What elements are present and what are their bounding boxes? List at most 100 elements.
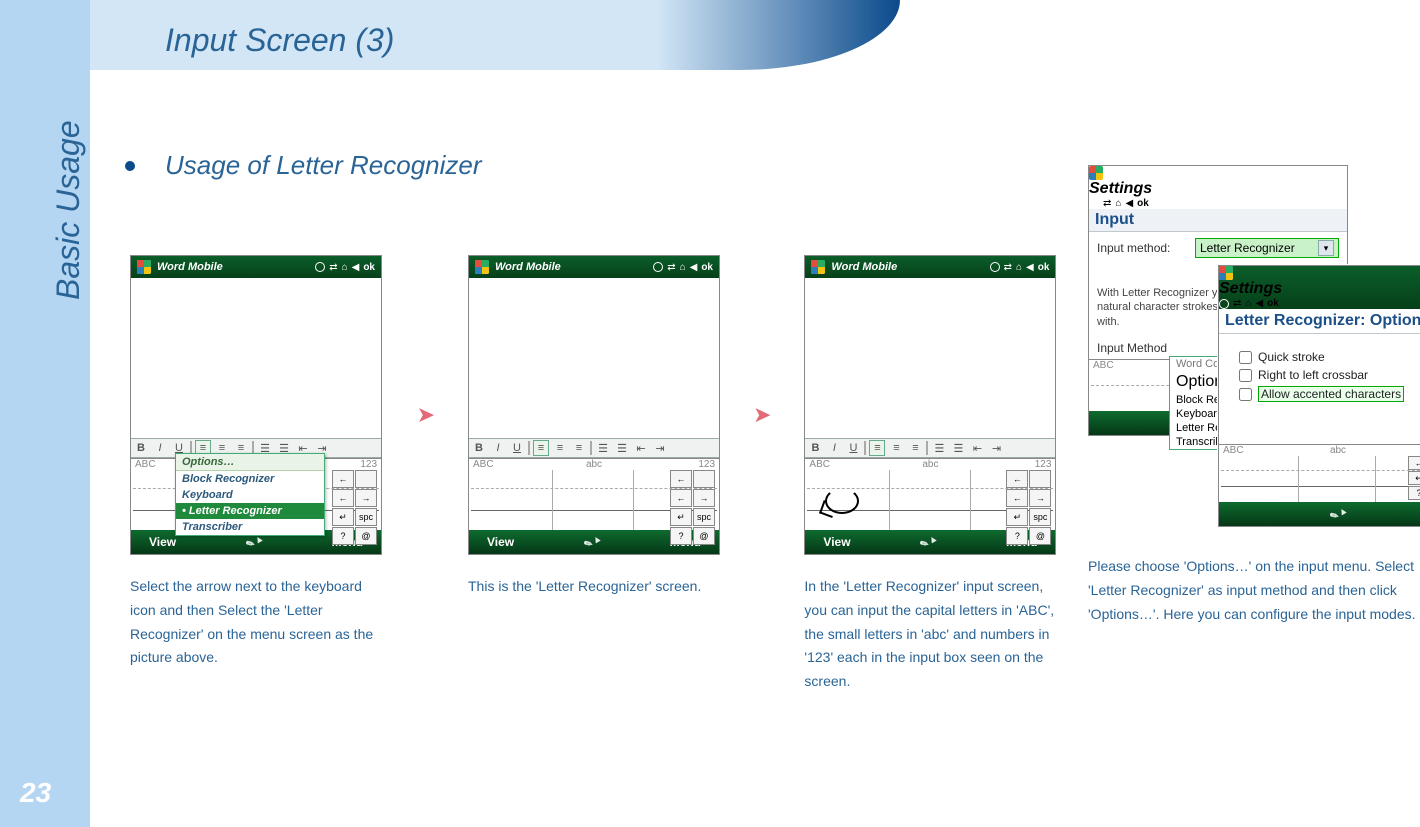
enter-key[interactable]: ↵ (1408, 471, 1420, 485)
list-num-icon[interactable]: ☰ (595, 440, 611, 456)
separator (926, 441, 928, 455)
spc-key[interactable]: spc (355, 508, 377, 526)
menu-options[interactable]: Options… (176, 454, 324, 471)
ok-button[interactable]: ok (1137, 198, 1149, 209)
writing-area[interactable]: ← ← → ↵ spc ? @ Options… Block Recognize… (133, 470, 379, 530)
sync-icon: ⇄ (667, 262, 675, 273)
enter-key[interactable]: ↵ (332, 508, 354, 526)
input-method-label: Input method: (1097, 241, 1187, 255)
input-selector-icon[interactable]: ✎ ▴ (582, 533, 602, 551)
signal-icon (1219, 299, 1229, 309)
home-icon: ⌂ (1016, 262, 1022, 273)
zone-abc-lower: abc (554, 459, 635, 470)
italic-button[interactable]: I (826, 440, 842, 456)
list-bullet-icon[interactable]: ☰ (614, 440, 630, 456)
list-bullet-icon[interactable]: ☰ (950, 440, 966, 456)
zone-abc-upper: ABC (809, 459, 890, 470)
right-key[interactable]: → (693, 489, 715, 507)
backspace-key[interactable]: ← (670, 470, 692, 488)
spc-key[interactable]: spc (693, 508, 715, 526)
ok-button[interactable]: ok (363, 262, 375, 273)
italic-button[interactable]: I (490, 440, 506, 456)
q-key[interactable]: ? (1408, 486, 1420, 500)
zone-labels: ABC abc 123 (469, 459, 719, 470)
q-key[interactable]: ? (1006, 527, 1028, 545)
sidebar: Basic Usage 23 (0, 0, 90, 827)
col-2: Word Mobile ⇄ ⌂ ◀ ok B I U ≡ ≡ ≡ ☰ (468, 255, 720, 599)
document-body (131, 278, 381, 438)
menu-item-transcriber[interactable]: Transcriber (176, 519, 324, 535)
backspace-key[interactable]: ← (332, 470, 354, 488)
q-key[interactable]: ? (332, 527, 354, 545)
left-key[interactable]: ← (1006, 489, 1028, 507)
at-key[interactable]: @ (355, 527, 377, 545)
italic-button[interactable]: I (152, 440, 168, 456)
input-method-row: Input method: Letter Recognizer ▾ (1089, 232, 1347, 264)
left-key[interactable]: ← (1408, 456, 1420, 470)
underline-button[interactable]: U (845, 440, 861, 456)
indent-icon[interactable]: ⇥ (988, 440, 1004, 456)
input-selector-icon[interactable]: ✎ ▴ (919, 533, 939, 551)
checkbox[interactable] (1239, 388, 1252, 401)
zone-labels: ABC abc 123 (805, 459, 1055, 470)
bold-button[interactable]: B (133, 440, 149, 456)
align-right-icon[interactable]: ≡ (907, 440, 923, 456)
right-key[interactable]: → (1029, 489, 1051, 507)
align-right-icon[interactable]: ≡ (571, 440, 587, 456)
at-key[interactable]: @ (1029, 527, 1051, 545)
columns: Word Mobile ⇄ ⌂ ◀ ok B I U ≡ ≡ ≡ ☰ (130, 255, 1420, 694)
view-button[interactable]: View (487, 535, 514, 549)
menu-item-keyboard[interactable]: Keyboard (176, 487, 324, 503)
check-rtl-crossbar[interactable]: Right to left crossbar (1239, 366, 1420, 384)
chevron-down-icon[interactable]: ▾ (1318, 240, 1334, 256)
view-button[interactable]: View (149, 535, 176, 549)
list-num-icon[interactable]: ☰ (931, 440, 947, 456)
input-method-select[interactable]: Letter Recognizer ▾ (1195, 238, 1339, 258)
spc-key[interactable]: spc (1029, 508, 1051, 526)
col-1: Word Mobile ⇄ ⌂ ◀ ok B I U ≡ ≡ ≡ ☰ (130, 255, 384, 670)
bold-button[interactable]: B (471, 440, 487, 456)
sync-icon: ⇄ (1004, 262, 1012, 273)
ok-button[interactable]: ok (1038, 262, 1050, 273)
writing-area[interactable]: ← ← → ↵ spc ? @ (471, 470, 717, 530)
app-title: Settings (1219, 280, 1282, 297)
left-key[interactable]: ← (332, 489, 354, 507)
left-key[interactable]: ← (670, 489, 692, 507)
menu-item-block[interactable]: Block Recognizer (176, 471, 324, 487)
right-key[interactable]: → (355, 489, 377, 507)
writing-area[interactable]: ← ← → ↵ spc ? @ (807, 470, 1053, 530)
align-center-icon[interactable]: ≡ (552, 440, 568, 456)
align-center-icon[interactable]: ≡ (888, 440, 904, 456)
indent-icon[interactable]: ⇥ (652, 440, 668, 456)
bold-button[interactable]: B (807, 440, 823, 456)
ok-button[interactable]: ok (701, 262, 713, 273)
app-title: Word Mobile (157, 261, 309, 273)
ok-button[interactable]: ok (1267, 298, 1279, 309)
backspace-key[interactable]: ← (1006, 470, 1028, 488)
underline-button[interactable]: U (509, 440, 525, 456)
enter-key[interactable]: ↵ (1006, 508, 1028, 526)
align-left-icon[interactable]: ≡ (869, 440, 885, 456)
outdent-icon[interactable]: ⇤ (633, 440, 649, 456)
checkbox[interactable] (1239, 351, 1252, 364)
at-key[interactable]: @ (693, 527, 715, 545)
q-key[interactable]: ? (670, 527, 692, 545)
windows-flag-icon (1219, 266, 1233, 280)
input-method-menu: Options… Block Recognizer Keyboard Lette… (175, 453, 325, 536)
input-selector-icon[interactable]: ✎ ▴ (1328, 505, 1348, 523)
zone-123: 123 (971, 459, 1052, 470)
check-quick-stroke[interactable]: Quick stroke (1239, 348, 1420, 366)
outdent-icon[interactable]: ⇤ (969, 440, 985, 456)
writing-area[interactable]: ← → ↵ spc ? @ (1221, 456, 1420, 502)
check-accented[interactable]: Allow accented characters (1239, 384, 1420, 404)
align-left-icon[interactable]: ≡ (533, 440, 549, 456)
enter-key[interactable]: ↵ (670, 508, 692, 526)
tab-input[interactable]: Input (1089, 209, 1347, 232)
checkbox[interactable] (1239, 369, 1252, 382)
view-button[interactable]: View (823, 535, 850, 549)
menu-item-letter[interactable]: Letter Recognizer (176, 503, 324, 519)
home-icon: ⌂ (680, 262, 686, 273)
signal-icon (1089, 199, 1099, 209)
zone-labels: ABC abc 123 (1219, 445, 1420, 456)
zone-123: 123 (634, 459, 715, 470)
